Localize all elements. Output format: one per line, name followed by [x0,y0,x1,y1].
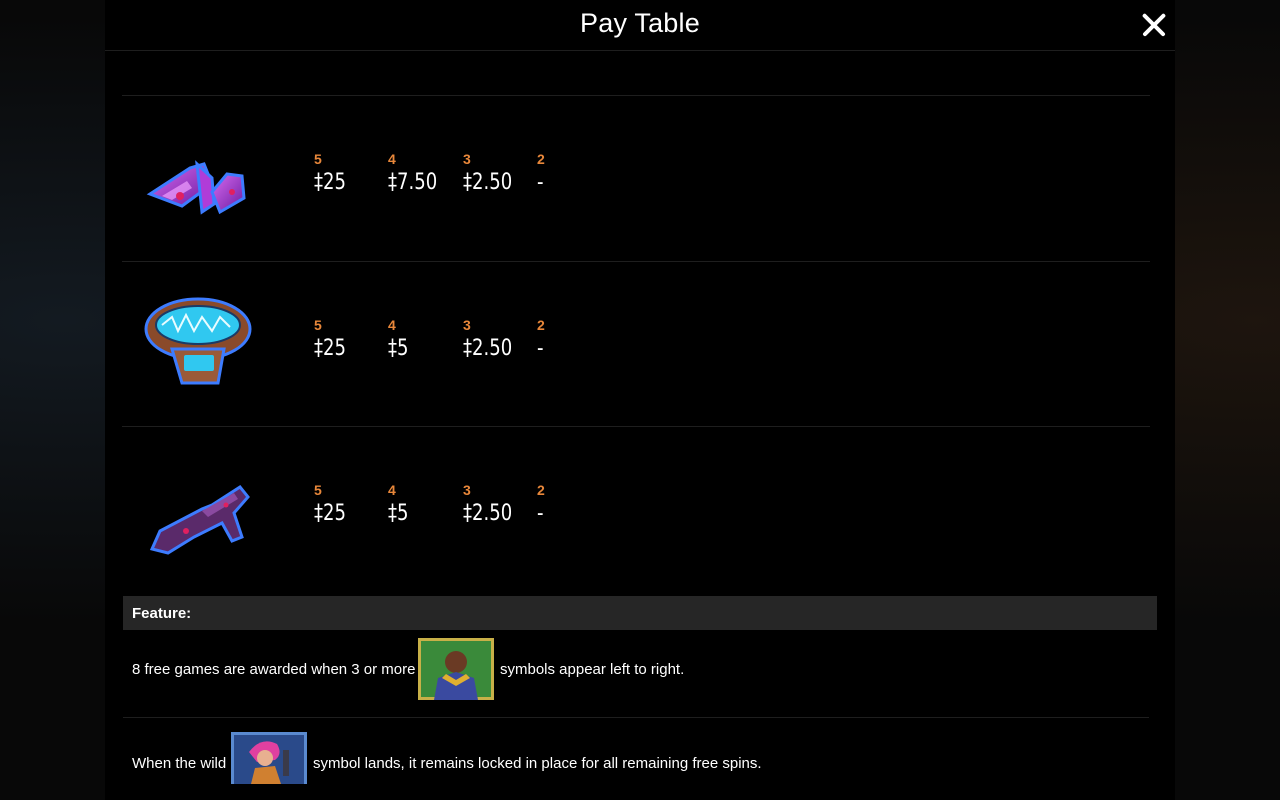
payout-4: 4 ‡5 [388,317,409,361]
feature-heading: Feature: [132,605,192,622]
payout-3: 3 ‡2.50 [463,317,513,361]
purple-blaster-gun-icon [149,485,250,555]
feature-header: Feature: [123,596,1157,630]
page-title: Pay Table [580,8,700,38]
payout-2: 2 - [537,317,545,361]
payout-3: 3 ‡2.50 [463,151,513,195]
payout-5: 5 ‡25 [314,151,346,195]
purple-spaceship-icon [146,160,246,215]
payout-4: 4 ‡7.50 [388,151,438,195]
warrior-scatter-symbol-icon [418,638,494,700]
divider [123,717,1149,718]
paytable-row: 5 ‡25 4 ‡5 3 ‡2.50 2 - [122,261,1150,427]
payout-5: 5 ‡25 [314,317,346,361]
paytable-row: 5 ‡25 4 ‡5 3 ‡2.50 2 - [122,426,1150,597]
payout-3: 3 ‡2.50 [463,482,513,526]
payout-5: 5 ‡25 [314,482,346,526]
header: Pay Table [105,0,1175,51]
paytable-panel: Pay Table 5 ‡25 4 ‡7.50 3 ‡2.50 2 - 5 ‡2… [105,0,1175,800]
paytable-row: 5 ‡25 4 ‡7.50 3 ‡2.50 2 - [122,95,1150,261]
payout-2: 2 - [537,151,545,195]
payout-2: 2 - [537,482,545,526]
close-button[interactable] [1137,8,1171,42]
blue-scanner-device-icon [144,297,252,385]
pink-hair-wild-symbol-icon [231,732,307,784]
payout-4: 4 ‡5 [388,482,409,526]
